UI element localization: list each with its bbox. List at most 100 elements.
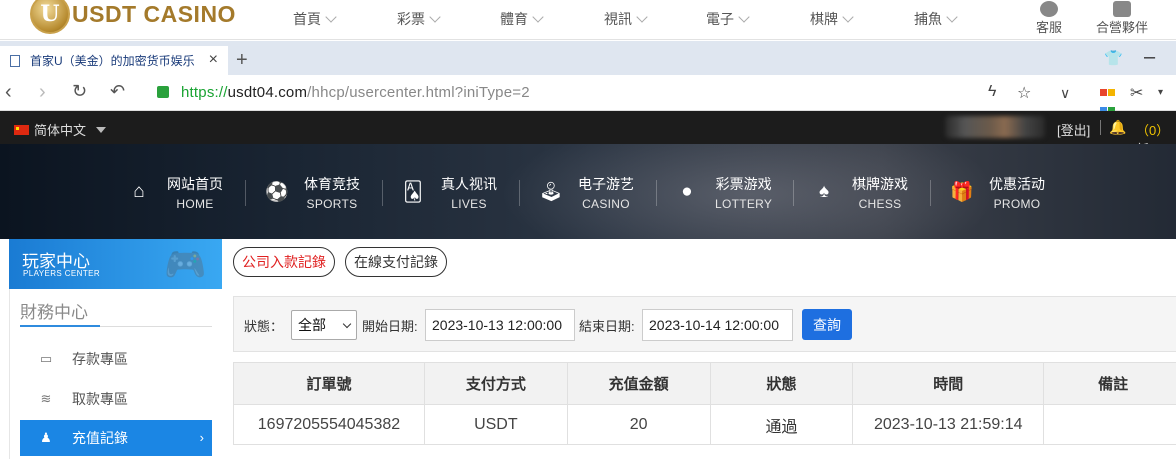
order-number-cell: 1697205554045382 <box>234 405 425 445</box>
chevron-down-icon <box>343 320 351 328</box>
divider <box>793 180 794 206</box>
scissors-icon[interactable]: ✂ <box>1130 83 1143 103</box>
category-en: CASINO <box>578 197 634 211</box>
close-icon[interactable]: × <box>209 51 218 69</box>
column-header: 支付方式 <box>424 363 567 405</box>
recharge-records-table: 訂單號 支付方式 充值金額 狀態 時間 備註 1697205554045382 … <box>233 362 1176 445</box>
nav-video[interactable]: 視訊 <box>604 9 646 29</box>
back-icon[interactable]: ‹ <box>5 81 12 104</box>
category-zh: 优惠活动 <box>989 174 1045 194</box>
cards-icon: 🂡 <box>402 181 424 204</box>
coins-icon: ≋ <box>36 391 56 407</box>
category-text: 彩票游戏 LOTTERY <box>715 174 772 211</box>
logo-text: USDT CASINO <box>72 1 236 28</box>
gamepad-icon: 🎮 <box>164 245 206 285</box>
category-en: LIVES <box>441 197 497 211</box>
joystick-icon: 🕹 <box>539 180 561 204</box>
category-text: 网站首页HOME <box>167 174 223 211</box>
category-en: PROMO <box>989 197 1045 211</box>
china-flag-icon <box>14 125 29 135</box>
chat-icon <box>1040 1 1058 17</box>
category-lives[interactable]: 🂡 真人视讯 LIVES <box>402 174 497 210</box>
browser-tab[interactable]: 首家U（美金）的加密货币娱乐 × <box>0 46 228 75</box>
sidebar-subtitle: PLAYERS CENTER <box>23 269 100 278</box>
chevron-down-icon[interactable]: ∨ <box>1060 85 1070 102</box>
lightning-icon[interactable]: ϟ <box>988 83 996 101</box>
nav-label: 視訊 <box>604 9 632 29</box>
chevron-down-icon <box>946 11 957 22</box>
end-date-input[interactable]: 2023-10-14 12:00:00 <box>642 309 793 341</box>
status-label: 狀態： <box>244 316 283 335</box>
category-text: 优惠活动 PROMO <box>989 174 1045 211</box>
lottery-balls-icon: ● <box>676 181 698 203</box>
partner-button[interactable]: 合營夥伴 <box>1096 0 1148 36</box>
lock-icon <box>157 86 169 98</box>
star-icon[interactable]: ☆ <box>1017 83 1031 103</box>
tab-online-payment-records[interactable]: 在線支付記錄 <box>345 247 447 277</box>
status-cell: 通過 <box>710 405 853 445</box>
chevron-down-icon <box>532 11 543 22</box>
url-field[interactable]: https://usdt04.com/hhcp/usercenter.html?… <box>181 84 530 101</box>
undo-icon[interactable]: ↶ <box>110 81 125 102</box>
category-text: 棋牌游戏CHESS <box>852 174 908 211</box>
reload-icon[interactable]: ↻ <box>72 81 87 102</box>
category-en: LOTTERY <box>715 197 772 211</box>
tab-company-deposit-records[interactable]: 公司入款記錄 <box>233 247 335 277</box>
category-zh: 真人视讯 <box>441 174 497 194</box>
category-sports[interactable]: ⚽ 体育竞技SPORTS <box>265 174 360 210</box>
payment-method-cell: USDT <box>424 405 567 445</box>
nav-label: 首頁 <box>293 9 321 29</box>
divider <box>382 180 383 206</box>
customer-service-button[interactable]: 客服 <box>1036 0 1062 36</box>
nav-sports[interactable]: 體育 <box>500 9 542 29</box>
category-zh: 电子游艺 <box>578 174 634 194</box>
divider <box>930 180 931 206</box>
skin-icon[interactable]: 👕 <box>1104 49 1123 67</box>
nav-label: 電子 <box>706 9 734 29</box>
chevron-down-icon <box>636 11 647 22</box>
chevron-down-icon <box>325 11 336 22</box>
category-home[interactable]: ⌂ 网站首页HOME <box>128 174 223 210</box>
card-icon: ▭ <box>36 351 56 367</box>
partner-icon <box>1113 1 1131 17</box>
category-zh: 彩票游戏 <box>715 174 772 194</box>
query-button[interactable]: 查詢 <box>802 309 852 340</box>
bell-icon[interactable]: 🔔 <box>1109 119 1126 136</box>
nav-home[interactable]: 首頁 <box>293 9 335 29</box>
language-label: 简体中文 <box>34 120 86 139</box>
nav-fishing[interactable]: 捕魚 <box>914 9 956 29</box>
category-zh: 体育竞技 <box>304 174 360 194</box>
start-date-input[interactable]: 2023-10-13 12:00:00 <box>425 309 575 341</box>
new-tab-button[interactable]: + <box>236 49 248 72</box>
section-underline <box>20 326 212 327</box>
logout-link[interactable]: [登出] <box>1057 120 1090 139</box>
minimize-icon[interactable]: – <box>1144 46 1155 69</box>
sidebar-item-deposit[interactable]: ▭ 存款專區 <box>20 341 212 377</box>
category-promo[interactable]: 🎁 优惠活动PROMO <box>950 174 1045 210</box>
menu-caret-icon[interactable]: ▾ <box>1158 87 1163 98</box>
category-lottery[interactable]: ● 彩票游戏 LOTTERY <box>676 174 772 210</box>
category-casino[interactable]: 🕹 电子游艺 CASINO <box>539 174 634 210</box>
caret-down-icon <box>96 127 106 133</box>
category-chess[interactable]: ♠ 棋牌游戏CHESS <box>813 174 908 210</box>
category-en: CHESS <box>852 197 908 211</box>
amount-cell: 20 <box>567 405 710 445</box>
divider <box>656 180 657 206</box>
msg-paren-open: （ <box>1136 123 1149 138</box>
sidebar-item-label: 取款專區 <box>72 389 128 409</box>
status-select[interactable]: 全部 <box>291 310 357 340</box>
nav-label: 彩票 <box>397 9 425 29</box>
nav-electronic[interactable]: 電子 <box>706 9 748 29</box>
nav-chess[interactable]: 棋牌 <box>810 9 852 29</box>
logo-coin-icon: U <box>30 0 70 34</box>
nav-lottery[interactable]: 彩票 <box>397 9 439 29</box>
sidebar-item-withdraw[interactable]: ≋ 取款專區 <box>20 381 212 417</box>
status-select-value: 全部 <box>298 315 326 335</box>
column-header: 備註 <box>1044 363 1176 405</box>
site-logo[interactable]: U USDT CASINO <box>30 0 236 34</box>
language-selector[interactable]: 简体中文 <box>14 120 106 139</box>
nav-label: 棋牌 <box>810 9 838 29</box>
forward-icon[interactable]: › <box>39 81 46 104</box>
table-header-row: 訂單號 支付方式 充值金額 狀態 時間 備註 <box>234 363 1176 405</box>
sidebar-item-recharge-records[interactable]: ♟ 充值記錄 › <box>20 420 212 456</box>
